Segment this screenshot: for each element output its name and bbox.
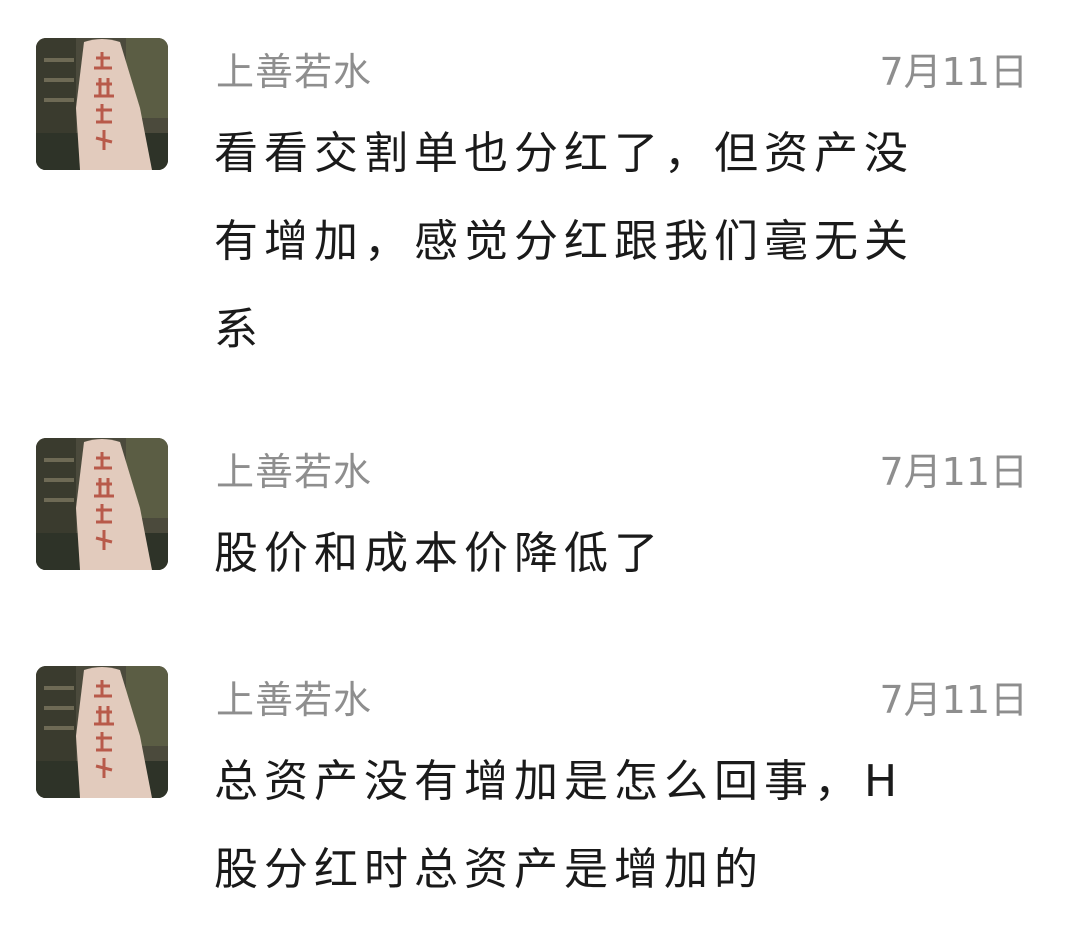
comment-text-line: 有增加，感觉分红跟我们毫无关 <box>214 216 914 267</box>
comment-text: 总资产没有增加是怎么回事，H 股分红时总资产是增加的 <box>214 738 1014 914</box>
stone-monument-icon <box>36 38 168 170</box>
comment-text-line: 股价和成本价降低了 <box>214 528 664 579</box>
comment-date: 7月11日 <box>879 50 1028 94</box>
comment-date: 7月11日 <box>879 450 1028 494</box>
stone-monument-icon <box>36 438 168 570</box>
avatar[interactable] <box>36 666 168 798</box>
stone-monument-icon <box>36 666 168 798</box>
avatar[interactable] <box>36 438 168 570</box>
comment-text: 看看交割单也分红了，但资产没 有增加，感觉分红跟我们毫无关 系 <box>214 110 1014 374</box>
comment-text-line: 看看交割单也分红了，但资产没 <box>214 128 914 179</box>
comment-text-line: 股分红时总资产是增加的 <box>214 844 764 895</box>
comment-date: 7月11日 <box>879 678 1028 722</box>
comment-text-line: 系 <box>214 304 264 355</box>
username[interactable]: 上善若水 <box>216 450 372 494</box>
comment-text-line: 总资产没有增加是怎么回事，H <box>214 756 904 807</box>
comment-text: 股价和成本价降低了 <box>214 510 1014 598</box>
username[interactable]: 上善若水 <box>216 678 372 722</box>
username[interactable]: 上善若水 <box>216 50 372 94</box>
avatar[interactable] <box>36 38 168 170</box>
